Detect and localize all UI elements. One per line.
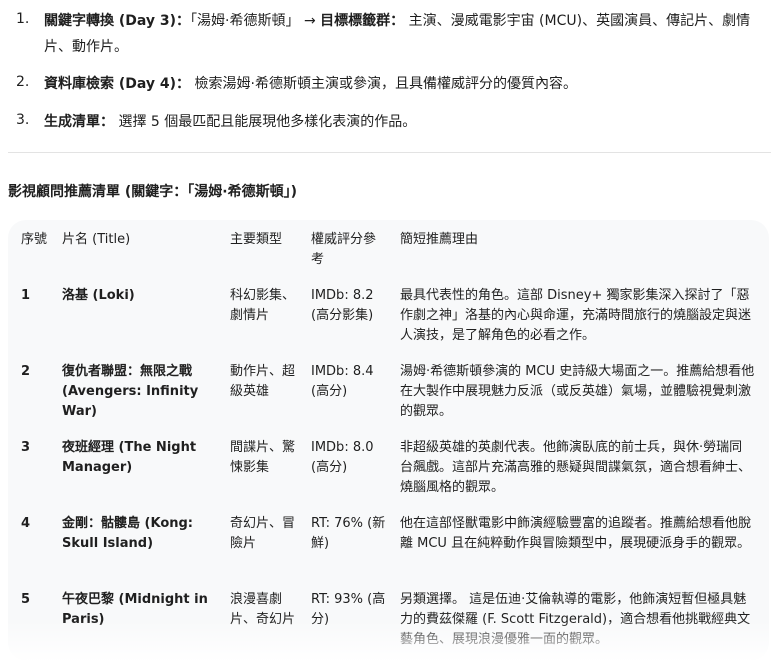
header-genre: 主要類型 xyxy=(230,232,283,247)
step-number: 3. xyxy=(16,112,30,128)
row-rating: IMDb: 8.4 (高分) xyxy=(311,364,374,399)
step-title: 生成清單： xyxy=(44,114,114,130)
row-rating: RT: 76% (新鮮) xyxy=(311,516,386,551)
row-genre: 間諜片、驚悚影集 xyxy=(230,440,296,475)
section-divider xyxy=(8,152,771,153)
row-title: 金剛：骷髏島 (Kong: Skull Island) xyxy=(62,516,194,551)
step-text: 關鍵字轉換 (Day 3)：「湯姆·希德斯頓」 → 目標標籤群： 主演、漫威電影… xyxy=(44,8,761,60)
row-reason: 湯姆·希德斯頓參演的 MCU 史詩級大場面之一。推薦給想看他在大製作中展現魅力反… xyxy=(400,364,755,419)
recommendation-table[interactable]: 序號 片名 (Title) 主要類型 權威評分參考 簡短推薦理由 1 洛基 (L… xyxy=(8,220,769,660)
row-index: 3 xyxy=(21,440,31,455)
step-title: 關鍵字轉換 (Day 3)： xyxy=(44,13,191,29)
row-title: 洛基 (Loki) xyxy=(62,288,135,303)
row-index: 4 xyxy=(21,516,31,531)
header-reason: 簡短推薦理由 xyxy=(400,232,479,247)
row-index: 1 xyxy=(21,288,31,303)
step-body: 「湯姆·希德斯頓」 → xyxy=(190,13,321,29)
section-title: 影視顧問推薦清單 (關鍵字：「湯姆·希德斯頓」) xyxy=(8,184,297,200)
step-text: 生成清單： 選擇 5 個最匹配且能展現他多樣化表演的作品。 xyxy=(44,109,761,135)
row-title: 夜班經理 (The Night Manager) xyxy=(62,440,197,475)
header-rating: 權威評分參考 xyxy=(311,232,377,267)
row-rating: IMDb: 8.0 (高分) xyxy=(311,440,374,475)
scroll-fade-overlay xyxy=(8,620,769,660)
row-index: 5 xyxy=(21,592,31,607)
step-text: 資料庫檢索 (Day 4)： 檢索湯姆·希德斯頓主演或參演，且具備權威評分的優質… xyxy=(44,71,761,97)
step-title: 資料庫檢索 (Day 4)： xyxy=(44,76,191,92)
step-body: 選擇 5 個最匹配且能展現他多樣化表演的作品。 xyxy=(114,114,417,130)
step-title: 目標標籤群： xyxy=(320,13,405,29)
step-number: 1. xyxy=(16,11,30,27)
header-title: 片名 (Title) xyxy=(62,232,131,247)
row-genre: 奇幻片、冒險片 xyxy=(230,516,296,551)
step-body: 檢索湯姆·希德斯頓主演或參演，且具備權威評分的優質內容。 xyxy=(190,76,577,92)
row-reason: 非超級英雄的英劇代表。他飾演臥底的前士兵，與休·勞瑞同台飆戲。這部片充滿高雅的懸… xyxy=(400,440,752,495)
row-reason: 他在這部怪獸電影中飾演經驗豐富的追蹤者。推薦給想看他脫離 MCU 且在純粹動作與… xyxy=(400,516,752,551)
row-genre: 科幻影集、劇情片 xyxy=(230,288,296,323)
row-title: 復仇者聯盟：無限之戰 (Avengers: Infinity War) xyxy=(62,364,199,419)
row-genre: 動作片、超級英雄 xyxy=(230,364,296,399)
header-index: 序號 xyxy=(21,232,48,247)
row-rating: IMDb: 8.2 (高分影集) xyxy=(311,288,374,323)
row-reason: 最具代表性的角色。這部 Disney+ 獨家影集深入探討了「惡作劇之神」洛基的內… xyxy=(400,288,752,343)
row-index: 2 xyxy=(21,364,31,379)
step-number: 2. xyxy=(16,74,30,90)
